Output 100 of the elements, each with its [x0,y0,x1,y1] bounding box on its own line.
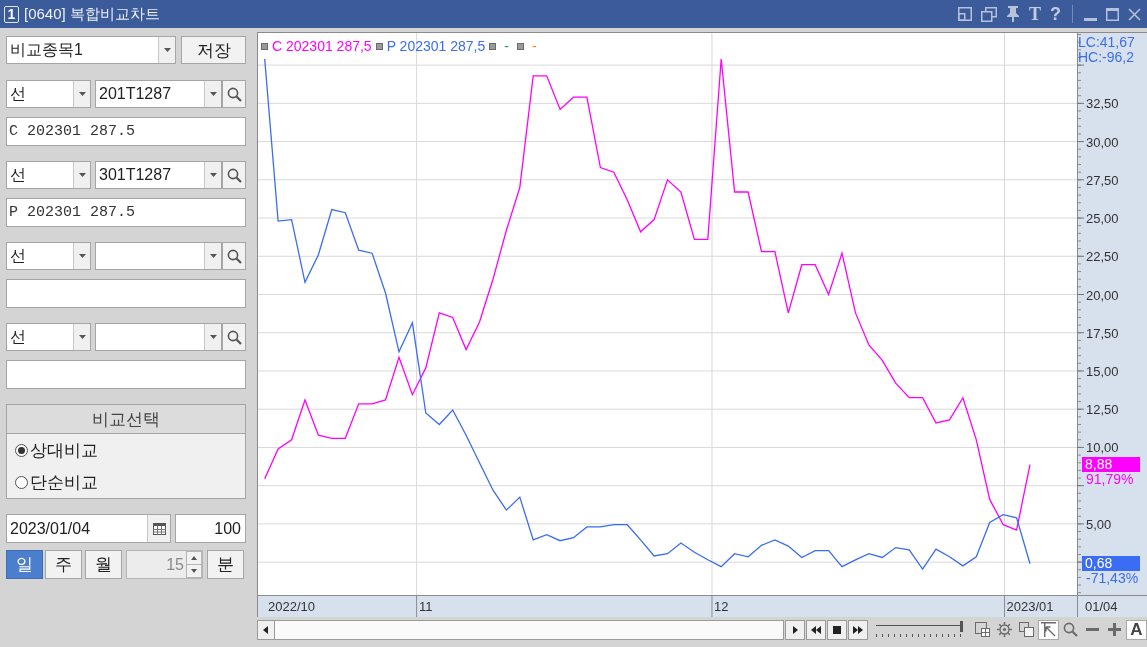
dropdown-button[interactable] [73,243,90,269]
caret-icon [209,173,217,177]
x-axis-label: 2023/01 [1006,599,1054,614]
search-icon [226,167,242,183]
style-dropdown[interactable]: 선 [6,80,91,108]
scroll-right-button[interactable] [785,619,805,640]
dropdown-button[interactable] [73,324,90,350]
caret-icon [78,173,86,177]
chart-tool-button[interactable] [1016,619,1037,640]
dropdown-button[interactable] [204,324,221,350]
search-button[interactable] [222,161,246,189]
fast-forward-button[interactable] [848,619,868,640]
style-dropdown[interactable]: 선 [6,161,91,189]
period-button[interactable]: 주 [45,550,82,579]
overlapping-windows-icon [1019,622,1034,637]
axis-stat-label: LC:41,67 [1078,35,1135,50]
table-window-icon [975,622,990,637]
maximize-icon[interactable] [1106,7,1119,21]
y-axis-label: 17,50 [1086,325,1119,341]
instrument-name-field[interactable] [6,279,246,308]
slider-handle[interactable] [960,620,963,632]
stop-button[interactable] [827,619,847,640]
y-axis-label: 25,00 [1086,211,1119,227]
x-axis-label: 2022/10 [268,599,316,614]
chart-tool-button[interactable]: A [1126,619,1147,640]
calendar-icon [152,522,166,535]
radio-button[interactable] [15,475,28,489]
search-icon [226,86,242,102]
save-button[interactable]: 저장 [181,36,246,64]
legend-marker-icon [516,42,524,50]
date-field[interactable]: 2023/01/04 [6,514,171,543]
dropdown-button[interactable] [204,81,221,107]
preset-dropdown[interactable]: 비교종목1 [6,36,176,64]
minute-button[interactable]: 분 [207,550,244,579]
code-dropdown[interactable]: 301T1287 [95,161,222,189]
style-dropdown[interactable]: 선 [6,242,91,270]
dropdown-button[interactable] [73,81,90,107]
font-button[interactable]: T [1029,5,1041,23]
dropdown-button[interactable] [158,37,175,63]
search-icon [226,329,242,345]
caret-icon [78,254,86,258]
search-button[interactable] [222,242,246,270]
group-title: 비교선택 [7,405,245,434]
caret-icon [209,254,217,258]
legend-label: - [530,38,538,54]
dropdown-button[interactable] [204,162,221,188]
y-axis-label: 22,50 [1086,249,1119,265]
calendar-button[interactable] [147,515,170,542]
change-percent-label: 91,79% [1086,471,1135,487]
pin-icon[interactable] [1006,6,1020,22]
instrument-name-field[interactable]: P 202301 287.5 [6,198,246,227]
window-number: 1 [4,5,19,23]
legend-label: - [503,38,510,54]
right-arrow-icon [790,624,800,635]
radio-label[interactable]: 상대비교 [30,438,98,462]
double-left-arrow-icon [811,624,821,635]
cascade-windows-icon[interactable] [981,6,997,22]
instrument-name-field[interactable]: C 202301 287.5 [6,117,246,146]
legend-label: C 202301 287,5 [272,38,372,54]
y-axis-label: 12,50 [1086,402,1119,418]
dropdown-button[interactable] [73,162,90,188]
corner-arrow-icon [1041,622,1056,637]
x-axis-label: 12 [713,599,729,614]
y-axis-label: 15,00 [1086,363,1119,379]
caret-icon [163,48,171,52]
legend-marker-icon [489,42,497,50]
chart-tool-button[interactable] [994,619,1015,640]
legend-label: P 202301 287,5 [386,38,486,54]
double-right-arrow-icon [853,624,863,635]
change-percent-label: -71,43% [1086,570,1140,586]
help-button[interactable]: ? [1050,5,1061,23]
close-icon[interactable] [1128,7,1141,21]
caret-icon [78,335,86,339]
radio-label[interactable]: 단순비교 [30,470,98,494]
search-button[interactable] [222,80,246,108]
minus-icon [1086,628,1099,631]
code-dropdown[interactable]: 201T1287 [95,80,222,108]
search-button[interactable] [222,323,246,351]
y-axis-label: 5,00 [1086,516,1112,532]
zoom-slider-track[interactable] [876,619,964,640]
dropdown-button[interactable] [204,243,221,269]
search-icon [1063,622,1078,637]
radio-button[interactable] [15,443,28,457]
window-title: [0640] 복합비교차트 [24,4,160,24]
instrument-name-field[interactable] [6,360,246,389]
period-button[interactable]: 월 [85,550,122,579]
search-icon [226,248,242,264]
chart-tool-button[interactable] [1038,619,1059,640]
count-field[interactable]: 100 [175,514,246,543]
style-dropdown[interactable]: 선 [6,323,91,351]
chart-tool-button[interactable] [972,619,993,640]
stop-icon [832,624,842,635]
current-date-label: 01/04 [1085,599,1118,614]
legend-marker-icon [375,42,383,50]
y-axis-label: 27,50 [1086,172,1119,188]
rewind-button[interactable] [806,619,826,640]
gear-icon [997,622,1012,637]
scroll-left-button[interactable] [257,619,275,640]
period-button[interactable]: 일 [6,550,43,579]
dock-window-icon[interactable] [958,7,972,21]
